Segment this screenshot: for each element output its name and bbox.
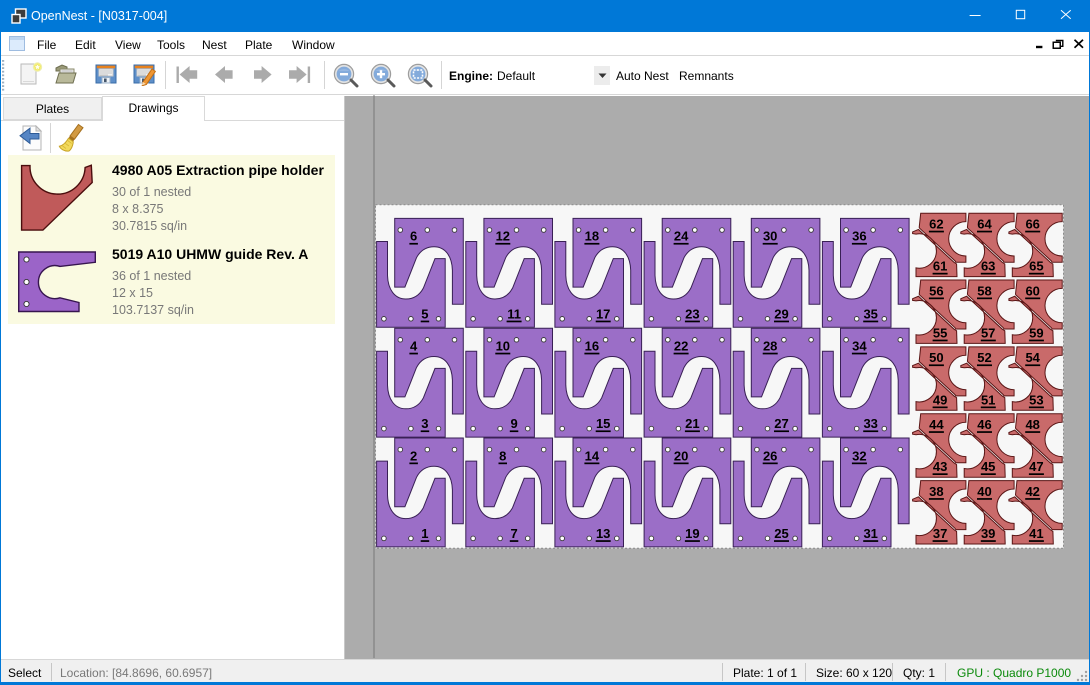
svg-text:42: 42 [1025,484,1039,499]
svg-text:63: 63 [981,259,995,274]
svg-text:34: 34 [852,339,867,354]
svg-text:37: 37 [933,526,947,541]
svg-text:64: 64 [977,217,992,232]
svg-text:36: 36 [852,229,866,244]
svg-text:20: 20 [674,448,688,463]
svg-text:53: 53 [1029,392,1043,407]
svg-text:46: 46 [977,417,991,432]
svg-text:50: 50 [929,350,943,365]
svg-text:33: 33 [863,416,877,431]
svg-text:43: 43 [933,459,947,474]
svg-text:5: 5 [421,306,428,321]
svg-text:51: 51 [981,392,995,407]
svg-text:18: 18 [585,229,599,244]
svg-text:11: 11 [507,306,521,321]
svg-text:39: 39 [981,526,995,541]
svg-text:60: 60 [1025,283,1039,298]
svg-text:19: 19 [685,526,699,541]
svg-text:9: 9 [510,416,517,431]
svg-text:1: 1 [421,526,428,541]
svg-text:58: 58 [977,283,991,298]
svg-text:2: 2 [410,448,417,463]
svg-text:30: 30 [763,229,777,244]
svg-text:44: 44 [929,417,944,432]
svg-text:27: 27 [774,416,788,431]
svg-text:49: 49 [933,392,947,407]
svg-text:26: 26 [763,448,777,463]
svg-text:41: 41 [1029,526,1043,541]
svg-text:6: 6 [410,229,417,244]
svg-text:8: 8 [499,448,506,463]
svg-text:31: 31 [863,526,877,541]
svg-text:65: 65 [1029,259,1043,274]
svg-text:16: 16 [585,339,599,354]
svg-text:29: 29 [774,306,788,321]
svg-text:10: 10 [496,339,510,354]
svg-text:3: 3 [421,416,428,431]
svg-text:12: 12 [496,229,510,244]
svg-text:54: 54 [1025,350,1040,365]
svg-text:45: 45 [981,459,995,474]
svg-text:21: 21 [685,416,699,431]
svg-text:59: 59 [1029,325,1043,340]
svg-text:61: 61 [933,259,947,274]
svg-text:52: 52 [977,350,991,365]
svg-text:7: 7 [510,526,517,541]
svg-text:23: 23 [685,306,699,321]
svg-text:17: 17 [596,306,610,321]
svg-text:56: 56 [929,283,943,298]
svg-text:25: 25 [774,526,788,541]
svg-text:38: 38 [929,484,943,499]
svg-text:47: 47 [1029,459,1043,474]
svg-text:22: 22 [674,339,688,354]
svg-text:66: 66 [1025,217,1039,232]
svg-text:15: 15 [596,416,610,431]
svg-text:24: 24 [674,229,689,244]
svg-text:13: 13 [596,526,610,541]
svg-text:4: 4 [410,339,418,354]
svg-text:57: 57 [981,325,995,340]
svg-text:48: 48 [1025,417,1039,432]
svg-text:28: 28 [763,339,777,354]
svg-text:62: 62 [929,217,943,232]
svg-text:40: 40 [977,484,991,499]
svg-text:35: 35 [863,306,877,321]
svg-text:55: 55 [933,325,947,340]
svg-text:14: 14 [585,448,600,463]
svg-text:32: 32 [852,448,866,463]
